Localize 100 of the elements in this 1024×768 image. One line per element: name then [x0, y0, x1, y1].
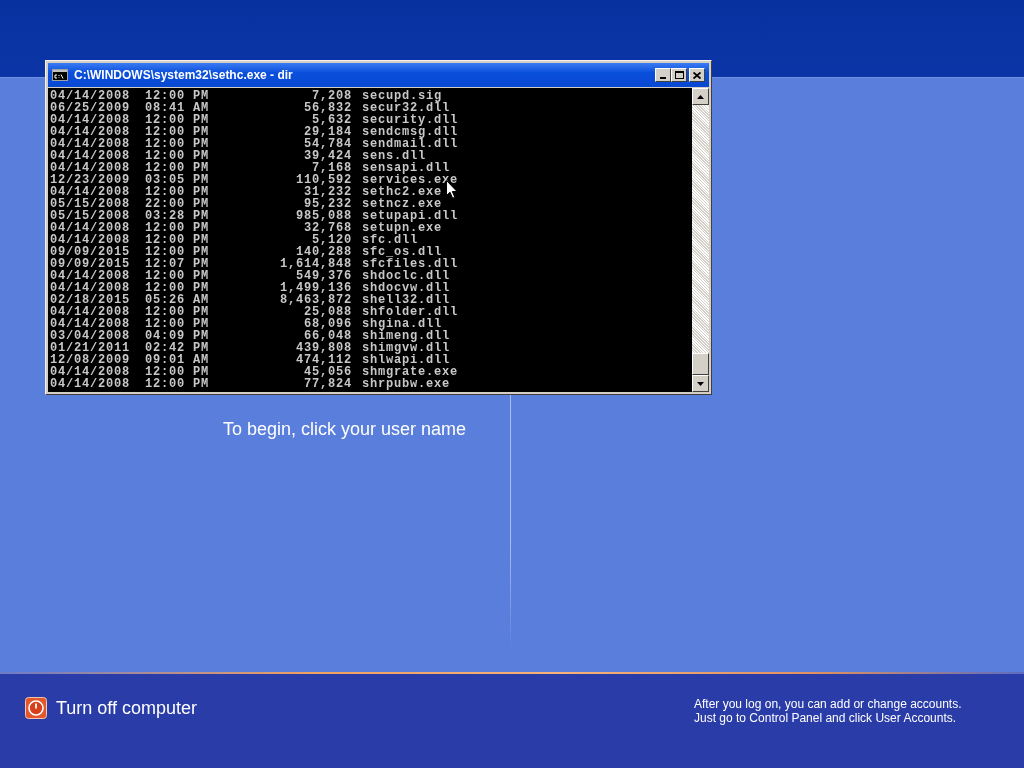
listing-time: 09:01 AM	[145, 354, 209, 366]
file-name: sendmail.dll	[362, 138, 458, 150]
file-name: shgina.dll	[362, 318, 442, 330]
file-name: shmgrate.exe	[362, 366, 458, 378]
power-icon[interactable]	[25, 697, 47, 719]
listing-time: 12:00 PM	[145, 90, 209, 102]
file-size: 985,088	[296, 210, 352, 222]
file-name: sethc2.exe	[362, 186, 442, 198]
file-size: 39,424	[304, 150, 352, 162]
file-name: sens.dll	[362, 150, 426, 162]
file-size: 31,232	[304, 186, 352, 198]
file-size: 32,768	[304, 222, 352, 234]
listing-date: 04/14/2008	[50, 282, 130, 294]
listing-date: 04/14/2008	[50, 126, 130, 138]
listing-time: 12:00 PM	[145, 186, 209, 198]
file-size: 54,784	[304, 138, 352, 150]
listing-date: 04/14/2008	[50, 90, 130, 102]
up-arrow-icon	[697, 94, 704, 99]
listing-date: 09/09/2015	[50, 246, 130, 258]
listing-time: 12:00 PM	[145, 114, 209, 126]
hint-text: Just go to Control Panel and click User Accounts.	[694, 711, 957, 725]
listing-time: 12:00 PM	[145, 234, 209, 246]
listing-time: 12:00 PM	[145, 162, 209, 174]
scrollbar-thumb[interactable]	[692, 353, 709, 375]
maximize-button[interactable]	[671, 68, 687, 82]
listing-date: 09/09/2015	[50, 258, 130, 270]
listing-time: 12:00 PM	[145, 306, 209, 318]
file-size: 474,112	[296, 354, 352, 366]
listing-time: 05:26 AM	[145, 294, 209, 306]
file-name: shfolder.dll	[362, 306, 458, 318]
file-name: sendcmsg.dll	[362, 126, 458, 138]
listing-date: 04/14/2008	[50, 318, 130, 330]
file-size: 77,824	[304, 378, 352, 390]
window-title: C:\WINDOWS\system32\sethc.exe - dir	[74, 67, 294, 83]
listing-time: 02:42 PM	[145, 342, 209, 354]
file-name: shlwapi.dll	[362, 354, 450, 366]
file-size: 439,808	[296, 342, 352, 354]
file-size: 7,168	[312, 162, 352, 174]
listing-date: 05/15/2008	[50, 210, 130, 222]
scrollbar-track[interactable]	[692, 88, 709, 392]
listing-time: 12:00 PM	[145, 150, 209, 162]
file-size: 7,208	[312, 90, 352, 102]
listing-time: 03:28 PM	[145, 210, 209, 222]
file-size: 5,120	[312, 234, 352, 246]
file-name: secupd.sig	[362, 90, 442, 102]
listing-date: 12/08/2009	[50, 354, 130, 366]
listing-date: 05/15/2008	[50, 198, 130, 210]
file-name: services.exe	[362, 174, 458, 186]
file-name: sfc_os.dll	[362, 246, 442, 258]
listing-time: 03:05 PM	[145, 174, 209, 186]
hint-text: After you log on, you can add or change accounts.	[694, 697, 962, 711]
file-size: 68,096	[304, 318, 352, 330]
file-size: 66,048	[304, 330, 352, 342]
listing-date: 04/14/2008	[50, 270, 130, 282]
file-size: 56,832	[304, 102, 352, 114]
down-arrow-icon	[697, 381, 704, 386]
close-icon	[693, 71, 701, 79]
listing-date: 04/14/2008	[50, 114, 130, 126]
file-name: shrpubw.exe	[362, 378, 450, 390]
listing-date: 04/14/2008	[50, 306, 130, 318]
listing-time: 12:00 PM	[145, 126, 209, 138]
file-name: shimgvw.dll	[362, 342, 450, 354]
listing-time: 12:07 PM	[145, 258, 209, 270]
file-name: setncz.exe	[362, 198, 442, 210]
listing-date: 04/14/2008	[50, 366, 130, 378]
listing-time: 12:00 PM	[145, 138, 209, 150]
file-size: 95,232	[304, 198, 352, 210]
file-name: sensapi.dll	[362, 162, 450, 174]
listing-time: 04:09 PM	[145, 330, 209, 342]
listing-date: 01/21/2011	[50, 342, 130, 354]
minimize-button[interactable]	[655, 68, 671, 82]
listing-time: 08:41 AM	[145, 102, 209, 114]
file-name: shdocvw.dll	[362, 282, 450, 294]
file-size: 5,632	[312, 114, 352, 126]
close-button[interactable]	[689, 68, 705, 82]
listing-date: 04/14/2008	[50, 150, 130, 162]
turn-off-button[interactable]: Turn off computer	[25, 697, 198, 719]
listing-time: 12:00 PM	[145, 246, 209, 258]
file-size: 1,614,848	[280, 258, 352, 270]
file-name: shdoclc.dll	[362, 270, 450, 282]
listing-date: 03/04/2008	[50, 330, 130, 342]
listing-time: 12:00 PM	[145, 378, 209, 390]
file-size: 110,592	[296, 174, 352, 186]
listing-time: 12:00 PM	[145, 270, 209, 282]
file-name: security.dll	[362, 114, 458, 126]
maximize-icon	[674, 71, 684, 79]
listing-date: 04/14/2008	[50, 186, 130, 198]
file-size: 140,288	[296, 246, 352, 258]
listing-time: 22:00 PM	[145, 198, 209, 210]
file-name: sfc.dll	[362, 234, 418, 246]
file-name: secur32.dll	[362, 102, 450, 114]
file-size: 29,184	[304, 126, 352, 138]
file-name: setupapi.dll	[362, 210, 458, 222]
scroll-up-button[interactable]	[692, 88, 709, 105]
file-name: shell32.dll	[362, 294, 450, 306]
listing-date: 04/14/2008	[50, 222, 130, 234]
scroll-down-button[interactable]	[692, 375, 709, 392]
file-name: sfcfiles.dll	[362, 258, 458, 270]
listing-time: 12:00 PM	[145, 318, 209, 330]
file-size: 45,056	[304, 366, 352, 378]
